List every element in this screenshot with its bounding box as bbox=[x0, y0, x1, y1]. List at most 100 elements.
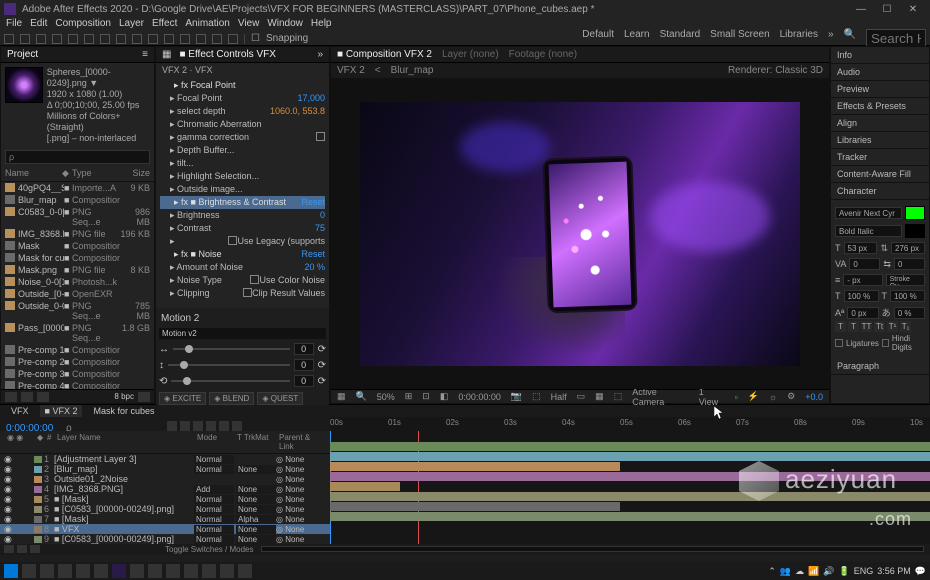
maximize-button[interactable]: ☐ bbox=[874, 4, 900, 15]
tray-up-icon[interactable]: ⌃ bbox=[768, 566, 776, 577]
project-item[interactable]: Mask.png■PNG file8 KB bbox=[1, 264, 154, 276]
menu-help[interactable]: Help bbox=[311, 18, 332, 32]
vscale[interactable]: 100 % bbox=[844, 290, 879, 302]
toggle-switches[interactable]: Toggle Switches / Modes bbox=[164, 544, 255, 555]
footage-tab[interactable]: Footage (none) bbox=[509, 49, 577, 60]
res-button[interactable]: ⊞ bbox=[403, 391, 415, 402]
mail-button[interactable] bbox=[94, 564, 108, 578]
grid-button[interactable]: ⊡ bbox=[420, 391, 432, 402]
motion-slider-x[interactable] bbox=[173, 348, 290, 350]
color-button[interactable]: ☼ bbox=[767, 392, 779, 402]
fx-property[interactable]: ▸ gamma correction bbox=[160, 131, 325, 144]
app-button-2[interactable] bbox=[148, 564, 162, 578]
panel-menu-icon[interactable]: ≡ bbox=[142, 49, 148, 60]
project-list[interactable]: 40gPQ4__SA322 copy 2■Importe...A9 KBBlur… bbox=[1, 182, 154, 389]
fx-tab[interactable]: ■ Effect Controls VFX bbox=[179, 49, 275, 60]
fx-property[interactable]: ▸ select depth1060.0, 553.8 bbox=[160, 105, 325, 118]
kerning[interactable]: 0 bbox=[849, 258, 880, 270]
roto-tool[interactable] bbox=[212, 34, 222, 44]
font-select[interactable]: Avenir Next Cyr bbox=[835, 207, 902, 219]
tl-tab-mask[interactable]: Mask for cubes bbox=[88, 405, 159, 417]
ae-button[interactable] bbox=[112, 564, 126, 578]
fill-swatch[interactable] bbox=[905, 206, 925, 220]
close-button[interactable]: ✕ bbox=[900, 4, 926, 15]
project-item[interactable]: Pre-comp 4■Composition bbox=[1, 380, 154, 389]
timeline-scrollbar[interactable] bbox=[261, 546, 925, 552]
views-select[interactable]: 1 View bbox=[697, 387, 727, 407]
track-area[interactable] bbox=[330, 431, 930, 544]
project-search-input[interactable] bbox=[5, 150, 150, 164]
pen-tool[interactable] bbox=[132, 34, 142, 44]
tray-cloud-icon[interactable]: ☁ bbox=[795, 566, 804, 577]
crumb-2[interactable]: Blur_map bbox=[391, 65, 434, 76]
motion-val-y[interactable]: 0 bbox=[294, 359, 314, 371]
project-item[interactable]: Pre-comp 3■Composition bbox=[1, 368, 154, 380]
stroke-over[interactable]: Stroke Ov... bbox=[886, 274, 925, 286]
baseline[interactable]: 0 px bbox=[847, 307, 878, 319]
frame-blend-button[interactable] bbox=[180, 421, 190, 431]
col-layer-name[interactable]: Layer Name bbox=[54, 433, 194, 451]
explorer-button[interactable] bbox=[58, 564, 72, 578]
panel-audio[interactable]: Audio bbox=[831, 64, 929, 81]
time-display[interactable]: 0:00:00:00 bbox=[456, 392, 503, 402]
fx-property[interactable]: ▸ Noise Type Use Color Noise bbox=[160, 274, 325, 287]
fx-property[interactable]: ▸ fx ■ Brightness & ContrastReset bbox=[160, 196, 325, 209]
fx-more[interactable]: » bbox=[317, 49, 323, 60]
time-ruler[interactable]: 00s01s02s03s04s05s06s07s08s09s10s bbox=[330, 417, 930, 431]
motion-val-r[interactable]: 0 bbox=[294, 375, 314, 387]
motion-loop-y[interactable]: ⟳ bbox=[318, 360, 326, 371]
col-parent[interactable]: Parent & Link bbox=[276, 433, 326, 451]
project-item[interactable]: Blur_map■Composition bbox=[1, 194, 154, 206]
col-name[interactable]: Name bbox=[5, 168, 62, 179]
hscale[interactable]: 100 % bbox=[890, 290, 925, 302]
menu-window[interactable]: Window bbox=[267, 18, 303, 32]
motion-blur-button[interactable] bbox=[193, 421, 203, 431]
alpha-button[interactable]: ▦ bbox=[335, 391, 348, 402]
camera-tool[interactable] bbox=[84, 34, 94, 44]
bpc-button[interactable]: 8 bpc bbox=[114, 392, 134, 401]
smallcaps-button[interactable]: Tt bbox=[874, 321, 885, 332]
project-item[interactable]: 40gPQ4__SA322 copy 2■Importe...A9 KB bbox=[1, 182, 154, 194]
layer-row[interactable]: ◉5■ [Mask]NormalNone◎ None bbox=[0, 494, 330, 504]
zoom-select[interactable]: 50% bbox=[375, 392, 397, 402]
track-8[interactable] bbox=[330, 512, 930, 521]
menu-composition[interactable]: Composition bbox=[55, 18, 111, 32]
fx-property[interactable]: ▸ Clipping Clip Result Values bbox=[160, 287, 325, 300]
trash-button[interactable] bbox=[138, 392, 150, 402]
camera-select[interactable]: Active Camera bbox=[630, 387, 691, 407]
stroke-width[interactable]: - px bbox=[843, 274, 882, 286]
tray-lang[interactable]: ENG bbox=[854, 566, 874, 576]
layer-row[interactable]: ◉7■ [Mask]NormalAlpha◎ None bbox=[0, 514, 330, 524]
search-button[interactable] bbox=[22, 564, 36, 578]
channel-button[interactable]: ⬚ bbox=[530, 391, 543, 402]
fa-tab-icon[interactable]: ▦ bbox=[162, 49, 171, 60]
panel-character-header[interactable]: Character bbox=[831, 183, 929, 200]
project-item[interactable]: C0583_0-0[249].png■PNG Seq...e986 MB bbox=[1, 206, 154, 228]
shy-button[interactable] bbox=[167, 421, 177, 431]
col-trkmat[interactable]: T TrkMat bbox=[234, 433, 276, 451]
project-item[interactable]: Mask■Composition bbox=[1, 240, 154, 252]
stroke-swatch[interactable] bbox=[905, 224, 925, 238]
browser-button[interactable] bbox=[76, 564, 90, 578]
layer-row[interactable]: ◉3Outside01_2Noise◎ None bbox=[0, 474, 330, 484]
track-3[interactable] bbox=[330, 462, 620, 471]
menu-animation[interactable]: Animation bbox=[185, 18, 229, 32]
font-size[interactable]: 53 px bbox=[844, 242, 878, 254]
exposure-button[interactable]: ⚙ bbox=[785, 391, 797, 402]
track-1[interactable] bbox=[330, 442, 930, 451]
zoom-tool[interactable] bbox=[52, 34, 62, 44]
selection-tool[interactable] bbox=[20, 34, 30, 44]
brain-button[interactable] bbox=[232, 421, 242, 431]
app-button-5[interactable] bbox=[202, 564, 216, 578]
panel-libraries[interactable]: Libraries bbox=[831, 132, 929, 149]
project-item[interactable]: Noise_0-0[149].png■Photosh...k bbox=[1, 276, 154, 288]
snapping-checkbox[interactable]: ☐ bbox=[251, 33, 260, 44]
project-item[interactable]: Pre-comp 2■Composition bbox=[1, 356, 154, 368]
text-tool[interactable] bbox=[148, 34, 158, 44]
bold-button[interactable]: T bbox=[835, 321, 846, 332]
tray-battery-icon[interactable]: 🔋 bbox=[839, 566, 850, 577]
panel-align[interactable]: Align bbox=[831, 115, 929, 132]
fx-property[interactable]: ▸ tilt... bbox=[160, 157, 325, 170]
fx-property[interactable]: ▸ Amount of Noise20 % bbox=[160, 261, 325, 274]
motion-preset-button[interactable]: ◈ BLEND bbox=[209, 392, 254, 405]
